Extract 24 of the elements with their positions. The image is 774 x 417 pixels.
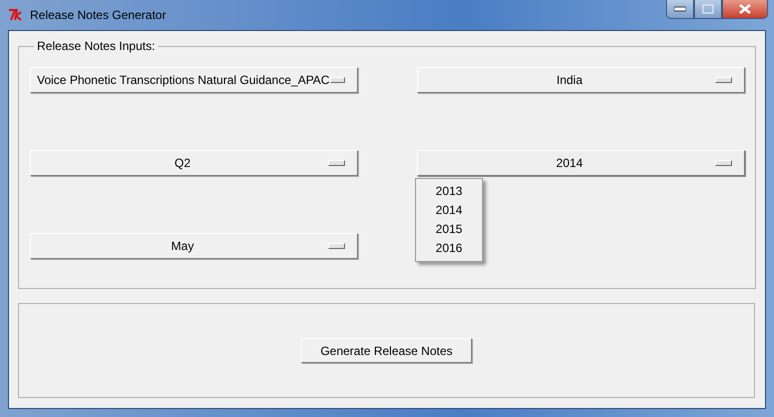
menu-item[interactable]: 2015 [436,220,462,239]
minimize-button[interactable] [666,0,694,19]
dropdown[interactable]: Voice Phonetic Transcriptions Natural Guidance_APAC [30,67,358,93]
dropdown-indicator-icon [330,77,345,83]
dropdown-indicator-icon [328,160,345,166]
app-icon [8,8,24,22]
minimize-icon [674,6,686,12]
dropdown-indicator-icon [715,160,732,166]
menu-item[interactable]: 2016 [436,239,462,258]
close-icon [738,4,752,14]
group-label: Release Notes Inputs: [36,39,156,53]
maximize-button[interactable] [694,0,722,19]
window-title: Release Notes Generator [30,8,166,22]
dropdown[interactable]: India [417,67,745,93]
dropdown[interactable]: 2014 [417,150,745,176]
menu-item[interactable]: 2013 [436,182,462,201]
close-button[interactable] [722,0,768,19]
maximize-icon [702,4,714,14]
menu-item[interactable]: 2014 [436,201,462,220]
generate-button[interactable]: Generate Release Notes [301,338,472,363]
dropdown[interactable]: Q2 [30,150,358,176]
dropdown-indicator-icon [328,243,345,249]
dropdown-indicator-icon [715,77,732,83]
dropdown[interactable]: May [30,233,358,259]
